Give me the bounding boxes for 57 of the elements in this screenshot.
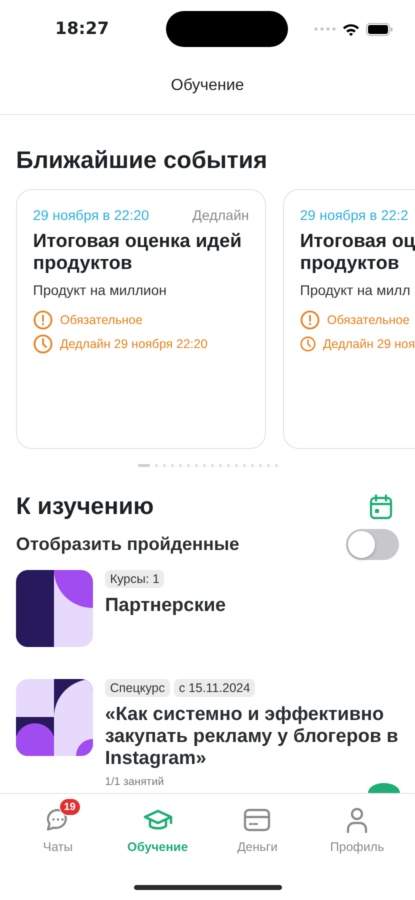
page-dot[interactable] bbox=[234, 464, 238, 466]
action-button[interactable] bbox=[368, 783, 400, 793]
toggle-label: Отобразить пройденные bbox=[16, 534, 240, 555]
calendar-icon[interactable] bbox=[369, 494, 393, 520]
page-dot[interactable] bbox=[210, 464, 214, 466]
alert-icon bbox=[33, 310, 53, 330]
wifi-icon bbox=[342, 22, 360, 36]
event-date: 29 ноября в 22:20 bbox=[33, 207, 150, 223]
page-dot[interactable] bbox=[170, 464, 174, 466]
page-dot[interactable] bbox=[162, 464, 166, 466]
clock-icon bbox=[33, 334, 53, 354]
profile-icon bbox=[345, 807, 370, 833]
card-icon bbox=[243, 808, 272, 832]
course-cover-icon[interactable] bbox=[16, 679, 93, 756]
page-dot[interactable] bbox=[242, 464, 246, 466]
lesson-count: 1/1 занятий bbox=[105, 776, 165, 788]
event-subtitle: Продукт на милл bbox=[300, 282, 412, 298]
course-tag: Курсы: 1 bbox=[105, 570, 164, 588]
page-dot[interactable] bbox=[266, 464, 270, 466]
event-type: Дедлайн bbox=[192, 207, 249, 223]
course-title[interactable]: Партнерские bbox=[105, 595, 399, 617]
event-title: Итоговая оценка идей продуктов bbox=[33, 231, 243, 275]
page-dot[interactable] bbox=[226, 464, 230, 466]
page-dot[interactable] bbox=[274, 464, 278, 466]
required-label: Обязательное bbox=[327, 313, 410, 327]
course-title[interactable]: «Как системно и эффективно закупать рекламу у блогеров в Instagram» bbox=[105, 704, 399, 770]
required-label: Обязательное bbox=[60, 313, 143, 327]
page-dot[interactable] bbox=[178, 464, 182, 466]
page-dot[interactable] bbox=[194, 464, 198, 466]
tab-item[interactable]: 19 Чаты bbox=[8, 794, 108, 900]
unread-badge: 19 bbox=[58, 798, 81, 816]
toggle-switch[interactable] bbox=[346, 529, 399, 560]
page-dot[interactable] bbox=[202, 464, 206, 466]
event-card[interactable]: 29 ноября в 22:20 Дедлайн Итоговая оценка идей продуктов Продукт на миллион Обязательное Дедлайн 29 ноября 22:20 bbox=[16, 189, 266, 449]
course-tag: Спецкурс bbox=[105, 679, 170, 697]
page-dot[interactable] bbox=[186, 464, 190, 466]
section-title: Ближайшие события bbox=[16, 147, 268, 175]
course-cover-icon[interactable] bbox=[16, 570, 93, 647]
deadline-label: Дедлайн 29 ноября 22:20 bbox=[60, 337, 208, 351]
course-tag: с 15.11.2024 bbox=[174, 679, 256, 697]
page-title: Обучение bbox=[170, 77, 244, 95]
deadline-label: Дедлайн 29 ноя bbox=[322, 337, 415, 351]
status-time: 18:27 bbox=[55, 19, 110, 39]
event-date: 29 ноября в 22:2 bbox=[300, 207, 408, 223]
section-title: К изучению bbox=[16, 493, 154, 521]
page-dot[interactable] bbox=[258, 464, 262, 466]
page-dot[interactable] bbox=[218, 464, 222, 466]
battery-icon bbox=[366, 22, 393, 36]
graduation-cap-icon bbox=[142, 808, 173, 832]
signal-icon bbox=[314, 27, 336, 31]
event-subtitle: Продукт на миллион bbox=[33, 282, 168, 298]
page-dot[interactable] bbox=[250, 464, 254, 466]
event-card[interactable]: 29 ноября в 22:2 Итоговая оц продуктов Продукт на милл Обязательное Дедлайн 29 ноя bbox=[283, 189, 415, 449]
alert-icon bbox=[300, 310, 320, 330]
clock-icon bbox=[300, 334, 316, 354]
page-dot[interactable] bbox=[154, 464, 158, 466]
event-title: Итоговая оц продуктов bbox=[300, 231, 415, 275]
